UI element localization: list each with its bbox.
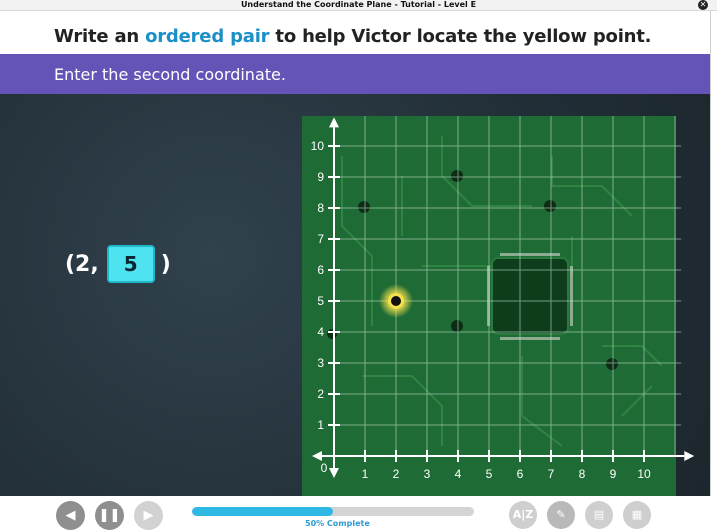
ordered-pair-close: ) [160, 251, 171, 277]
y-tick-label: 3 [317, 356, 324, 370]
coordinate-plane: yx01234567891012345678910 [302, 116, 694, 496]
footer-toolbar: ◀ ❚❚ ▶ 50% Complete A|Z ✎ ▤ ▦ [0, 496, 717, 531]
x-tick-label: 7 [548, 467, 555, 481]
right-rail [710, 11, 717, 531]
stage: (2, 5 ) 0 1 2 3 4 5 6 7 8 9 10 1 2 3 4 5… [0, 94, 710, 496]
second-coordinate-input[interactable]: 5 [106, 245, 155, 283]
ordered-pair-answer: (2, 5 ) [65, 244, 171, 284]
x-axis-arrow-right [684, 451, 694, 461]
x-tick-label: 3 [424, 467, 431, 481]
x-tick-label: 2 [393, 467, 400, 481]
x-tick-label: 9 [610, 467, 617, 481]
arrow-left-icon[interactable]: ◀ [56, 501, 85, 530]
progress-bar [192, 507, 474, 516]
y-tick-label: 8 [317, 201, 324, 215]
notebook-icon[interactable]: ▤ [585, 501, 613, 529]
progress-fill [192, 507, 333, 516]
question-prefix: Write an [54, 26, 146, 47]
window-title: Understand the Coordinate Plane - Tutori… [240, 0, 477, 9]
glossary-icon[interactable]: A|Z [509, 501, 537, 529]
question-text: Write an ordered pair to help Victor loc… [54, 26, 652, 47]
question-suffix: to help Victor locate the yellow point. [269, 26, 652, 47]
calculator-icon[interactable]: ▦ [623, 501, 651, 529]
progress-text: 50% Complete [305, 519, 370, 528]
bug-body [391, 296, 401, 306]
arrow-right-icon[interactable]: ▶ [134, 501, 163, 530]
instruction-bar: Enter the second coordinate. [0, 54, 710, 94]
question-highlight[interactable]: ordered pair [145, 26, 269, 47]
x-tick-label: 10 [637, 467, 651, 481]
pencil-icon[interactable]: ✎ [547, 501, 575, 529]
y-tick-label: 5 [317, 294, 324, 308]
y-tick-label: 2 [317, 387, 324, 401]
y-tick-label: 1 [317, 418, 324, 432]
y-tick-label: 6 [317, 263, 324, 277]
y-tick-label: 9 [317, 170, 324, 184]
x-tick-label: 8 [579, 467, 586, 481]
pause-icon[interactable]: ❚❚ [95, 501, 124, 530]
x-tick-label: 6 [517, 467, 524, 481]
y-tick-label: 4 [317, 325, 324, 339]
x-tick-label: 4 [455, 467, 462, 481]
y-tick-label: 7 [317, 232, 324, 246]
x-tick-label: 5 [486, 467, 493, 481]
close-icon[interactable]: ✕ [698, 0, 708, 10]
y-tick-label: 10 [311, 139, 325, 153]
question-area: Write an ordered pair to help Victor loc… [0, 11, 717, 54]
ordered-pair-open: (2, [65, 251, 99, 277]
origin-label: 0 [321, 461, 328, 475]
highlighted-point[interactable] [379, 284, 413, 318]
instruction-text: Enter the second coordinate. [54, 65, 286, 84]
window-title-bar: Understand the Coordinate Plane - Tutori… [0, 0, 717, 11]
x-tick-label: 1 [362, 467, 369, 481]
microchip [487, 253, 573, 340]
